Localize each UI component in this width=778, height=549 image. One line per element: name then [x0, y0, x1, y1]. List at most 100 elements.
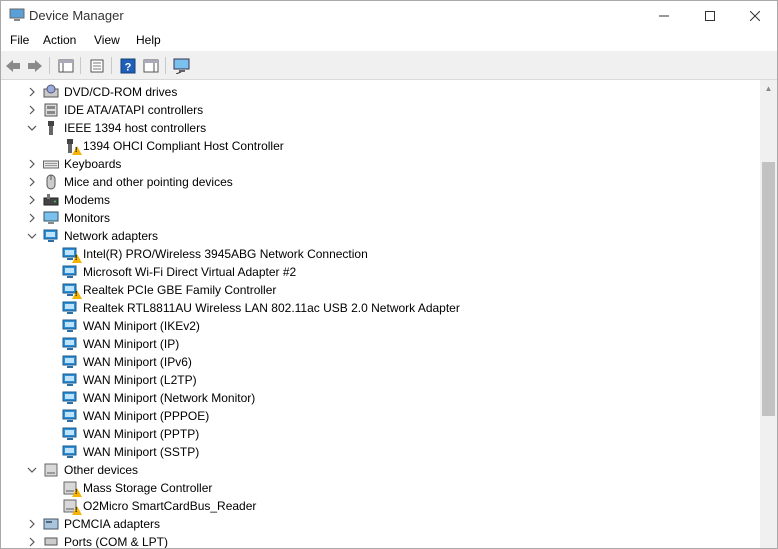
firewire-device-icon [62, 138, 82, 155]
tree-item[interactable]: Network adapters [43, 227, 158, 245]
tree-item-label: WAN Miniport (PPPOE) [83, 409, 210, 423]
close-icon [750, 10, 760, 21]
help-button[interactable]: ? [118, 56, 138, 75]
network-adapter-icon [62, 390, 79, 406]
title-bar[interactable]: Device Manager [1, 1, 777, 30]
window-title: Device Manager [29, 8, 124, 23]
menu-bar: File Action View Help [1, 30, 777, 52]
menu-help[interactable]: Help [136, 33, 161, 47]
properties-button[interactable] [87, 56, 107, 75]
maximize-icon [705, 10, 715, 21]
tree-item[interactable]: Realtek PCIe GBE Family Controller [62, 281, 276, 299]
tree-item[interactable]: DVD/CD-ROM drives [43, 83, 177, 101]
tree-item[interactable]: WAN Miniport (IP) [62, 335, 179, 353]
tree-item-label: WAN Miniport (Network Monitor) [83, 391, 256, 405]
collapse-chevron-icon[interactable] [26, 227, 38, 245]
unknown-device-icon [62, 498, 82, 515]
network-adapter-icon [62, 336, 79, 352]
menu-view[interactable]: View [94, 33, 120, 47]
tree-item-label: WAN Miniport (SSTP) [83, 445, 200, 459]
warning-icon [72, 488, 82, 497]
expand-chevron-icon[interactable] [26, 173, 38, 191]
expand-chevron-icon[interactable] [26, 155, 38, 173]
monitor-icon [43, 210, 60, 226]
tree-item[interactable]: Modems [43, 191, 110, 209]
expand-chevron-icon[interactable] [26, 515, 38, 533]
mouse-icon [43, 174, 60, 190]
back-arrow-icon [6, 59, 20, 72]
tree-item[interactable]: 1394 OHCI Compliant Host Controller [62, 137, 284, 155]
action-pane-button[interactable] [141, 56, 161, 75]
scrollbar-thumb[interactable] [762, 162, 775, 416]
tree-item[interactable]: Other devices [43, 461, 138, 479]
expand-chevron-icon[interactable] [26, 533, 38, 548]
tree-item-label: WAN Miniport (IP) [83, 337, 180, 351]
tree-item[interactable]: Mass Storage Controller [62, 479, 212, 497]
menu-file[interactable]: File [10, 33, 29, 47]
back-button[interactable] [3, 56, 23, 75]
toolbar-separator [49, 57, 50, 74]
network-adapter-icon [62, 444, 79, 460]
network-adapter-icon [62, 372, 79, 388]
modem-icon [43, 192, 60, 208]
scroll-up-button[interactable]: ▲ [760, 80, 777, 97]
tree-item[interactable]: WAN Miniport (SSTP) [62, 443, 199, 461]
tree-item[interactable]: Realtek RTL8811AU Wireless LAN 802.11ac … [62, 299, 460, 317]
tree-item-label: Mass Storage Controller [83, 481, 213, 495]
network-adapter-icon [62, 408, 79, 424]
forward-button[interactable] [25, 56, 45, 75]
minimize-button[interactable] [641, 1, 687, 30]
tree-item[interactable]: O2Micro SmartCardBus_Reader [62, 497, 256, 515]
vertical-scrollbar[interactable]: ▲ [760, 80, 777, 548]
tree-item[interactable]: IEEE 1394 host controllers [43, 119, 206, 137]
expand-chevron-icon[interactable] [26, 101, 38, 119]
menu-action[interactable]: Action [43, 33, 76, 47]
tree-item-label: Monitors [64, 211, 111, 225]
tree-item-label: DVD/CD-ROM drives [64, 85, 178, 99]
tree-item[interactable]: WAN Miniport (IPv6) [62, 353, 192, 371]
tree-item[interactable]: Keyboards [43, 155, 121, 173]
tree-item-label: WAN Miniport (PPTP) [83, 427, 200, 441]
tree-item[interactable]: WAN Miniport (Network Monitor) [62, 389, 255, 407]
close-button[interactable] [732, 1, 777, 30]
tree-item[interactable]: WAN Miniport (L2TP) [62, 371, 197, 389]
tree-item-label: WAN Miniport (IKEv2) [83, 319, 200, 333]
tree-item[interactable]: PCMCIA adapters [43, 515, 160, 533]
keyboard-icon [43, 156, 60, 172]
network-adapter-icon [62, 246, 82, 263]
network-adapter-icon [62, 354, 79, 370]
network-adapter-icon [62, 300, 79, 316]
toolbar-separator [165, 57, 166, 74]
maximize-button[interactable] [687, 1, 733, 30]
warning-icon [72, 506, 82, 515]
minimize-icon [659, 15, 669, 16]
device-tree[interactable]: DVD/CD-ROM drives IDE ATA/ATAPI controlle… [1, 80, 760, 548]
collapse-chevron-icon[interactable] [26, 461, 38, 479]
tree-item[interactable]: Ports (COM & LPT) [43, 533, 168, 548]
tree-item[interactable]: Mice and other pointing devices [43, 173, 233, 191]
tree-item[interactable]: Monitors [43, 209, 110, 227]
tree-item-label: Other devices [64, 463, 139, 477]
show-hide-console-tree-button[interactable] [56, 56, 76, 75]
properties-icon [90, 59, 104, 72]
expand-chevron-icon[interactable] [26, 83, 38, 101]
tree-item[interactable]: WAN Miniport (IKEv2) [62, 317, 200, 335]
tree-item-label: Ports (COM & LPT) [64, 535, 169, 548]
scan-hardware-icon [173, 58, 190, 74]
tree-item[interactable]: WAN Miniport (PPTP) [62, 425, 199, 443]
scan-hardware-changes-button[interactable] [172, 56, 192, 75]
network-adapter-icon [43, 228, 60, 244]
network-adapter-icon [62, 264, 79, 280]
tree-item[interactable]: Microsoft Wi-Fi Direct Virtual Adapter #… [62, 263, 296, 281]
collapse-chevron-icon[interactable] [26, 119, 38, 137]
tree-item[interactable]: Intel(R) PRO/Wireless 3945ABG Network Co… [62, 245, 368, 263]
tree-item[interactable]: WAN Miniport (PPPOE) [62, 407, 209, 425]
network-adapter-icon [62, 426, 79, 442]
tree-item-label: Keyboards [64, 157, 122, 171]
svg-text:?: ? [125, 61, 132, 73]
expand-chevron-icon[interactable] [26, 191, 38, 209]
warning-icon [72, 254, 82, 263]
expand-chevron-icon[interactable] [26, 209, 38, 227]
tree-item[interactable]: IDE ATA/ATAPI controllers [43, 101, 203, 119]
tree-item-label: IDE ATA/ATAPI controllers [64, 103, 204, 117]
